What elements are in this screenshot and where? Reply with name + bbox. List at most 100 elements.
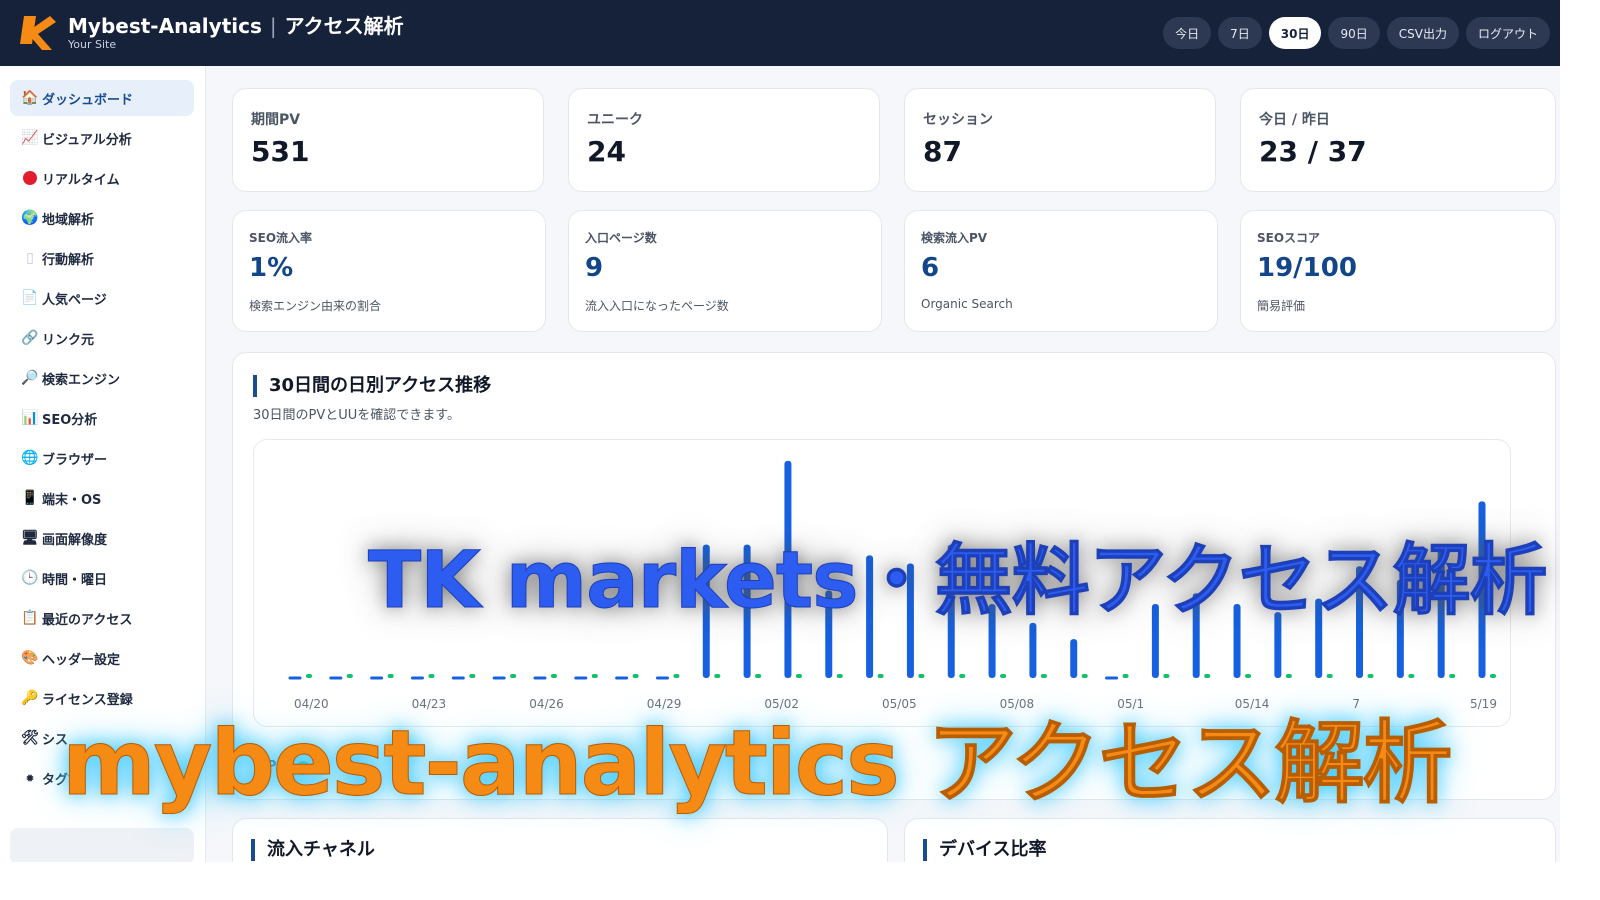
uu-bar: [1285, 674, 1292, 678]
uu-bar: [387, 674, 394, 678]
uu-bar: [673, 674, 680, 678]
card-label: SEO流入率: [249, 231, 313, 245]
title-separator: |: [269, 14, 277, 38]
card-value: 19/100: [1257, 253, 1357, 283]
sidebar-item-3[interactable]: 🌍 地域解析: [10, 200, 194, 236]
title-suffix: アクセス解析: [284, 14, 404, 38]
kpi-value: 531: [251, 135, 310, 168]
app-name: Mybest-Analytics: [68, 14, 262, 38]
sidebar-item-6[interactable]: 🔗 リンク元: [10, 320, 194, 356]
card-label: 入口ページ数: [585, 231, 657, 245]
sidebar-icon-11: 🖥: [21, 530, 39, 546]
sidebar-icon-16: 🛠: [21, 730, 39, 746]
section-title: デバイス比率: [923, 839, 1046, 861]
uu-bar: [1367, 674, 1374, 678]
card-note: Organic Search: [921, 297, 1013, 311]
sidebar-icon-2: [20, 171, 40, 185]
sidebar-item-14[interactable]: 🎨 ヘッダー設定: [10, 640, 194, 676]
sidebar-item-13[interactable]: 📋 最近のアクセス: [10, 600, 194, 636]
card-label: 検索流入PV: [921, 231, 988, 245]
sidebar-icon-17: ✹: [25, 771, 35, 785]
sidebar-item-label: 地域解析: [42, 212, 95, 228]
search-pv-card: 検索流入PV 6 Organic Search: [904, 210, 1218, 332]
card-note: 検索エンジン由来の割合: [249, 299, 382, 313]
sidebar-item-label: ダッシュボード: [42, 92, 134, 108]
sidebar-icon-14: 🎨: [21, 650, 39, 666]
sidebar-item-9[interactable]: 🌐 ブラウザー: [10, 440, 194, 476]
section-title: 30日間の日別アクセス推移: [253, 375, 491, 397]
range-button-5[interactable]: ログアウト: [1465, 17, 1550, 49]
range-button-3[interactable]: 90日: [1328, 17, 1380, 49]
sidebar-item-label: 最近のアクセス: [42, 612, 133, 628]
uu-bar: [1449, 674, 1456, 678]
uu-bar: [714, 674, 721, 678]
uu-bar: [1326, 674, 1333, 678]
sidebar-item-label: SEO分析: [42, 412, 98, 428]
uu-bar: [1081, 674, 1088, 678]
uu-bar: [428, 674, 435, 678]
sidebar-item-label: 時間・曜日: [42, 572, 108, 588]
sidebar-item-5[interactable]: 📄 人気ページ: [10, 280, 194, 316]
sidebar-item-label: ヘッダー設定: [42, 652, 121, 668]
kpi-label: 期間PV: [251, 112, 301, 128]
sidebar-icon-4: ▯: [26, 250, 34, 266]
x-tick-label: 5/19: [1470, 697, 1497, 711]
sidebar-item-label: 人気ページ: [42, 292, 107, 308]
card-label: SEOスコア: [1257, 231, 1321, 245]
section-description: 30日間のPVとUUを確認できます。: [253, 408, 461, 423]
seo-score-card: SEOスコア 19/100 簡易評価: [1240, 210, 1556, 332]
uu-bar: [346, 674, 353, 678]
sidebar-item-label: ビジュアル分析: [42, 132, 132, 148]
uu-bar: [1204, 674, 1211, 678]
range-button-2[interactable]: 30日: [1268, 17, 1322, 49]
uu-bar: [469, 674, 476, 678]
uu-bar: [632, 674, 639, 678]
sidebar-item-10[interactable]: 📱 端末・OS: [10, 480, 194, 516]
range-button-0[interactable]: 今日: [1163, 17, 1212, 49]
sidebar-item-7[interactable]: 🔎 検索エンジン: [10, 360, 194, 396]
uu-bar: [795, 674, 802, 678]
sidebar-footer-box: [10, 828, 194, 862]
record-dot-icon: [23, 171, 37, 185]
sidebar-icon-8: 📊: [21, 410, 39, 426]
pv-bar: [1070, 639, 1078, 678]
channels-card: 流入チャネル: [232, 818, 888, 862]
uu-bar: [1490, 674, 1496, 678]
card-value: 6: [921, 253, 940, 283]
sidebar-item-label: 検索エンジン: [42, 372, 121, 388]
uu-bar: [1040, 674, 1047, 678]
card-note: 流入入口になったページ数: [585, 299, 729, 313]
uu-bar: [306, 674, 312, 678]
uu-bar: [510, 674, 517, 678]
kpi-label: 今日 / 昨日: [1259, 112, 1330, 128]
kpi-card-today-yesterday: 今日 / 昨日 23 / 37: [1240, 88, 1556, 192]
range-button-4[interactable]: CSV出力: [1386, 17, 1459, 49]
sidebar-icon-12: 🕒: [21, 570, 39, 586]
sidebar-icon-10: 📱: [21, 490, 39, 506]
sidebar-icon-1: 📈: [21, 130, 39, 146]
entry-pages-card: 入口ページ数 9 流入入口になったページ数: [568, 210, 882, 332]
sidebar-item-label: 端末・OS: [42, 492, 102, 508]
kpi-card-pv: 期間PV 531: [232, 88, 544, 192]
card-value: 9: [585, 253, 604, 283]
sidebar-item-4[interactable]: ▯ 行動解析: [10, 240, 194, 276]
kpi-value: 23 / 37: [1259, 135, 1367, 168]
sidebar-icon-6: 🔗: [21, 330, 39, 346]
card-note: 簡易評価: [1257, 299, 1306, 313]
sidebar-icon-13: 📋: [21, 610, 39, 626]
sidebar-icon-3: 🌍: [21, 210, 39, 226]
uu-bar: [1000, 674, 1007, 678]
sidebar-icon-7: 🔎: [21, 370, 39, 386]
kpi-value: 87: [923, 135, 962, 168]
card-value: 1%: [249, 253, 294, 283]
section-title: 流入チャネル: [251, 839, 375, 861]
sidebar-item-1[interactable]: 📈 ビジュアル分析: [10, 120, 194, 156]
sidebar-item-11[interactable]: 🖥 画面解像度: [10, 520, 194, 556]
sidebar-item-0[interactable]: 🏠 ダッシュボード: [10, 80, 194, 116]
sidebar-item-8[interactable]: 📊 SEO分析: [10, 400, 194, 436]
sidebar-item-2[interactable]: リアルタイム: [10, 160, 194, 196]
uu-bar: [1408, 674, 1415, 678]
uu-bar: [1122, 674, 1129, 678]
sidebar-item-12[interactable]: 🕒 時間・曜日: [10, 560, 194, 596]
range-button-1[interactable]: 7日: [1218, 17, 1262, 49]
